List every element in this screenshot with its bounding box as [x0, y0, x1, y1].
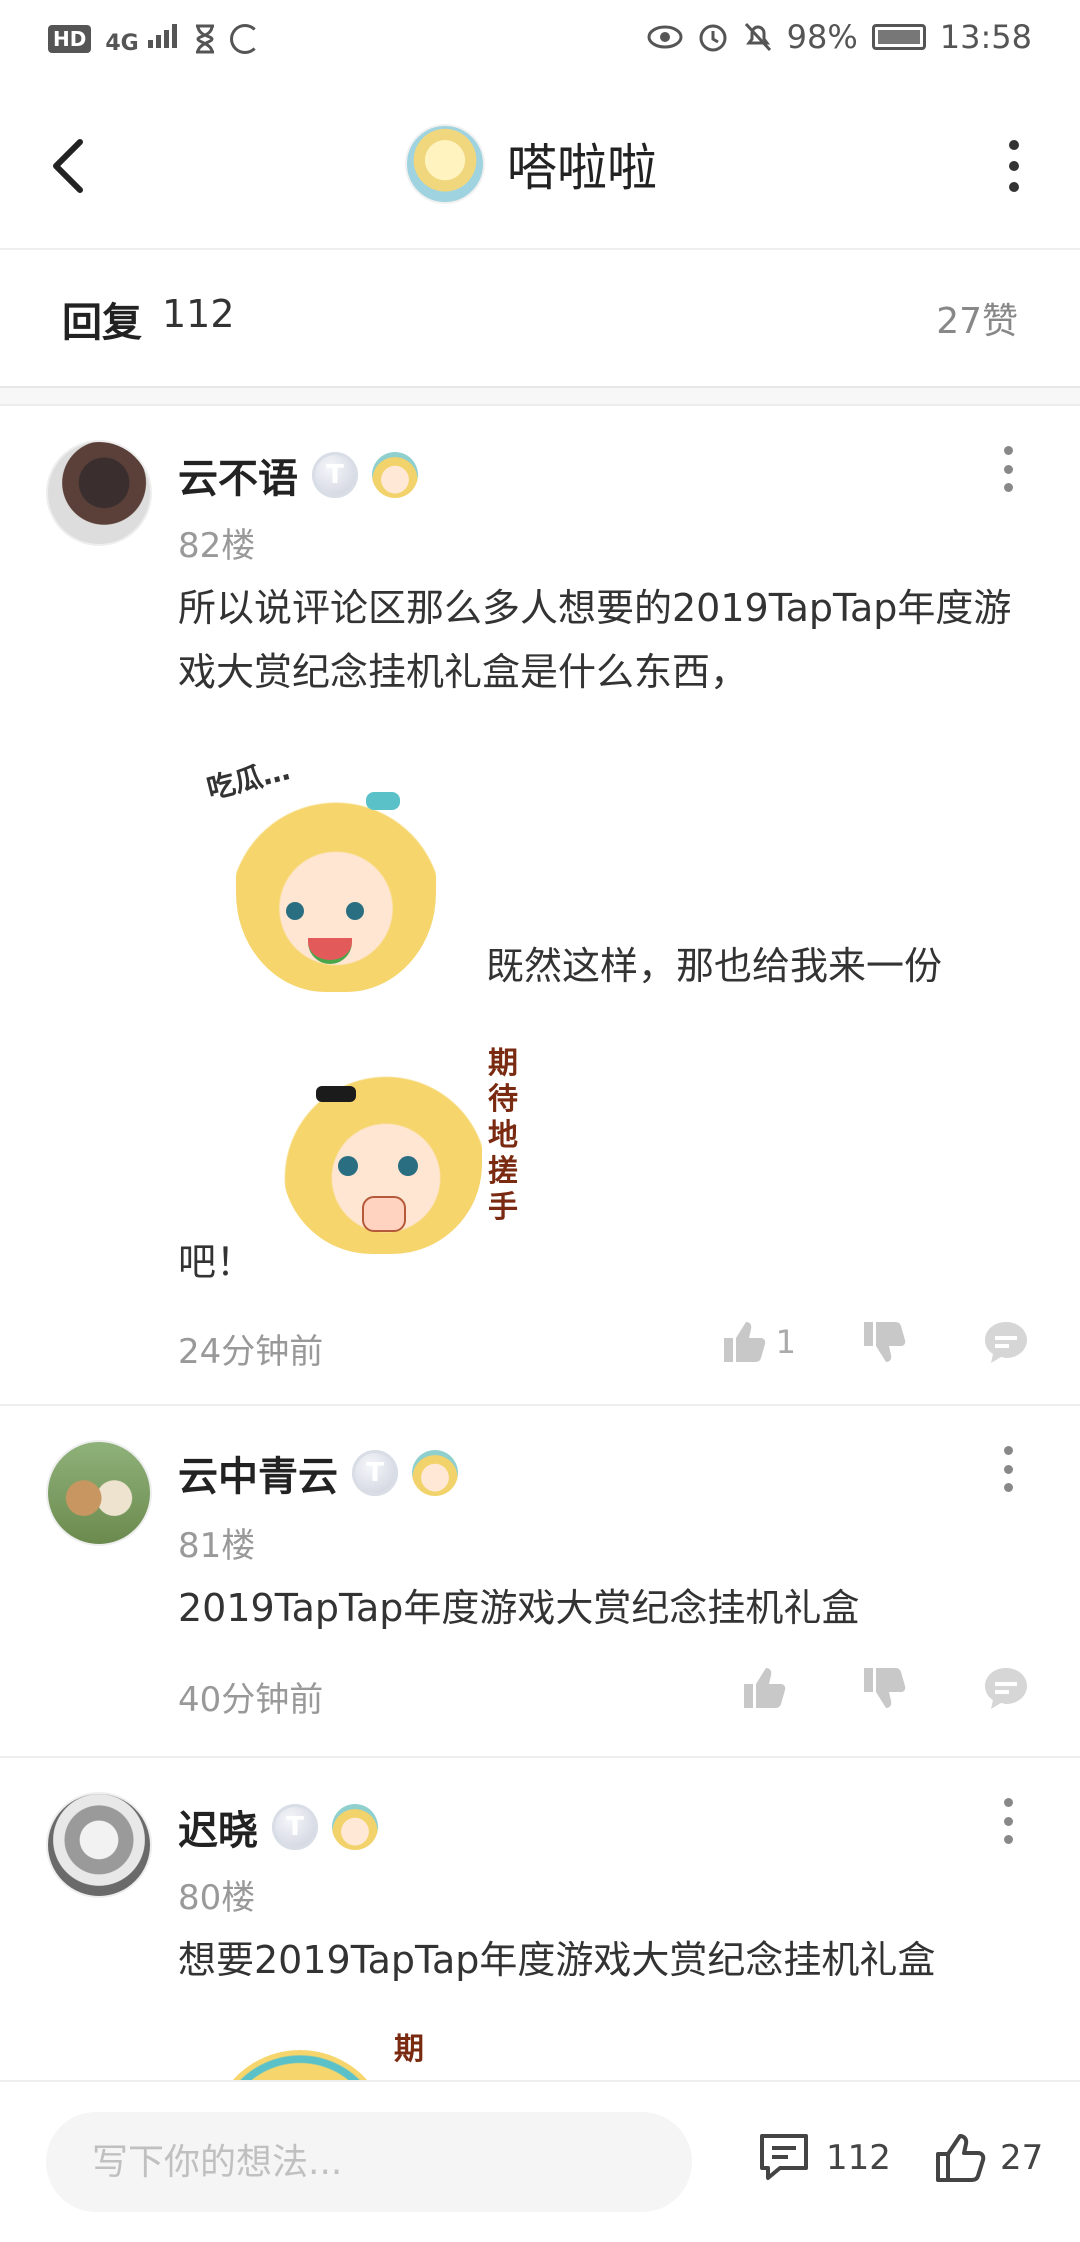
hourglass-icon [196, 24, 215, 54]
total-likes: 27赞 [936, 301, 1018, 342]
comment-item: 迟晓 T 80楼 想要2019TapTap年度游戏大赏纪念挂机礼盒 期 [0, 1758, 1080, 2080]
fan-badge [372, 452, 418, 498]
more-options-icon[interactable] [1002, 446, 1014, 492]
comment-input[interactable] [46, 2112, 692, 2212]
level-badge: T [272, 1804, 318, 1850]
like-count: 1 [775, 1323, 796, 1361]
like-count: 27 [1000, 2138, 1044, 2178]
more-options-icon[interactable] [1008, 140, 1020, 192]
section-divider [0, 388, 1080, 406]
reply-button[interactable] [982, 1318, 1030, 1366]
comment-item: 云中青云 T 81楼 2019TapTap年度游戏大赏纪念挂机礼盒 40分钟前 [0, 1406, 1080, 1756]
alarm-icon [699, 24, 727, 52]
more-options-icon[interactable] [1002, 1446, 1014, 1492]
fan-badge [332, 1804, 378, 1850]
watermelon-sticker: 吃瓜… [204, 752, 442, 1002]
sticker-caption: 期待地搓手 [488, 1046, 518, 1225]
like-post-button[interactable]: 27 [934, 2132, 1043, 2184]
battery-icon [871, 24, 926, 50]
dislike-button[interactable] [860, 1664, 908, 1712]
comment-outline-icon [760, 2134, 808, 2180]
comment-icon [985, 1322, 1027, 1363]
comment-item: 云不语 T 82楼 所以说评论区那么多人想要的2019TapTap年度游戏大赏纪… [0, 406, 1080, 1404]
reply-label: 回复 [62, 300, 142, 346]
bottom-bar: 112 27 [0, 2080, 1080, 2242]
avatar[interactable] [46, 1792, 152, 1898]
floor-number: 80楼 [178, 1878, 256, 1918]
reply-button[interactable] [982, 1664, 1030, 1712]
hd-badge: HD [48, 25, 92, 53]
comment-icon [985, 1668, 1027, 1709]
reply-count: 112 [162, 292, 235, 336]
title-group[interactable]: 嗒啦啦 [405, 124, 657, 204]
comment-text-continued: 既然这样，那也给我来一份 [486, 944, 943, 988]
timestamp: 24分钟前 [178, 1332, 324, 1372]
sticker-caption: 期 [394, 2032, 424, 2067]
level-badge: T [312, 452, 358, 498]
page-title: 嗒啦啦 [507, 139, 657, 197]
avatar[interactable] [46, 440, 152, 546]
loading-icon [230, 24, 261, 54]
thumbs-up-icon [744, 1668, 786, 1708]
comment-text: 想要2019TapTap年度游戏大赏纪念挂机礼盒 [178, 1938, 936, 1982]
battery-percent: 98% [786, 18, 858, 56]
fan-badge [412, 1450, 458, 1496]
rubbing-hands-sticker: 期 [206, 2020, 446, 2080]
back-arrow-icon[interactable] [44, 136, 96, 196]
author-avatar[interactable] [405, 124, 485, 204]
comment-text-end: 吧！ [178, 1240, 255, 1284]
thumbs-down-icon [864, 1322, 906, 1362]
floor-number: 82楼 [178, 526, 256, 566]
comments-button[interactable]: 112 [756, 2132, 891, 2184]
dislike-button[interactable] [860, 1318, 908, 1366]
level-badge: T [352, 1450, 398, 1496]
username[interactable]: 云中青云 [178, 1444, 338, 1502]
like-button[interactable] [740, 1664, 796, 1712]
comment-count: 112 [826, 2138, 891, 2178]
thumbs-down-icon [864, 1668, 906, 1708]
thumbs-up-icon [723, 1322, 765, 1362]
status-bar: HD 4G 98% 13:58 [0, 0, 1080, 84]
timestamp: 40分钟前 [178, 1680, 324, 1720]
username[interactable]: 云不语 [178, 446, 298, 504]
more-options-icon[interactable] [1002, 1798, 1014, 1844]
comment-text: 所以说评论区那么多人想要的2019TapTap年度游戏大赏纪念挂机礼盒是什么东西… [178, 586, 1012, 694]
avatar[interactable] [46, 1440, 152, 1546]
comment-text: 2019TapTap年度游戏大赏纪念挂机礼盒 [178, 1586, 860, 1630]
clock: 13:58 [939, 18, 1032, 56]
title-bar: 嗒啦啦 [0, 84, 1080, 250]
floor-number: 81楼 [178, 1526, 256, 1566]
like-button[interactable]: 1 [720, 1318, 796, 1366]
reply-header: 回复 112 27赞 [0, 250, 1080, 388]
thumbs-up-outline-icon [936, 2134, 986, 2182]
username[interactable]: 迟晓 [178, 1798, 258, 1856]
eye-icon [647, 25, 683, 49]
signal-icon: 4G [105, 22, 180, 56]
mute-icon [744, 22, 771, 52]
